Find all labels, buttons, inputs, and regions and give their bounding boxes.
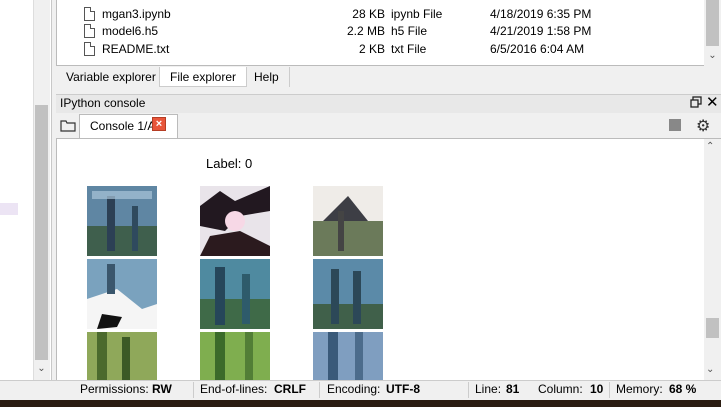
file-date: 6/5/2016 6:04 AM [490,42,585,56]
status-line: 81 [506,382,520,396]
status-permissions: RW [152,382,172,396]
file-icon [84,42,95,56]
console-scrollbar-thumb[interactable] [706,318,719,338]
console-scroll-down-icon[interactable]: ⌄ [706,364,714,375]
generated-image [200,186,270,256]
file-name: mgan3.ipynb [102,7,171,21]
status-line-label: Line: [475,382,502,396]
generated-image [313,186,383,256]
console-pane-title: IPython console [60,96,146,110]
status-memory-label: Memory: [616,382,663,396]
file-row[interactable]: mgan3.ipynb 28 KB ipynb File 4/18/2019 6… [57,5,697,23]
console-scrollbar[interactable] [704,139,721,380]
file-explorer-scrollbar-thumb[interactable] [706,0,719,46]
float-icon[interactable] [690,96,702,108]
file-size: 2 KB [358,42,385,56]
file-icon [84,24,95,38]
status-column-label: Column: [538,382,583,396]
tab-variable-explorer[interactable]: Variable explorer [56,67,167,87]
editor-scrollbar-thumb[interactable] [35,105,48,360]
tab-close-icon[interactable]: × [152,117,166,131]
editor-line-highlight [0,203,18,215]
plot-title: Label: 0 [206,156,253,171]
status-divider [468,382,469,398]
generated-image [200,259,270,329]
file-type: h5 File [391,24,428,38]
file-name: model6.h5 [102,24,159,38]
status-divider [193,382,194,398]
file-scroll-down-icon[interactable]: ⌄ [706,50,719,64]
file-size: 2.2 MB [346,24,385,38]
file-explorer-list: mgan3.ipynb 28 KB ipynb File 4/18/2019 6… [56,0,721,66]
file-name: README.txt [102,42,170,56]
console-tab-label: Console 1/A [90,119,156,133]
editor-scroll-down-icon[interactable]: ⌄ [35,362,48,376]
status-column: 10 [590,382,604,396]
generated-image [87,186,157,256]
status-memory: 68 % [669,382,697,396]
taskbar [0,400,721,407]
stop-icon[interactable] [669,119,681,131]
pane-tab-bar: Variable explorer File explorer Help [56,66,721,88]
tab-file-explorer[interactable]: File explorer [159,67,248,87]
tab-help[interactable]: Help [244,67,290,87]
generated-image [313,259,383,329]
status-eol: CRLF [274,382,306,396]
console-pane-header [56,94,721,113]
status-permissions-label: Permissions: [80,382,149,396]
status-encoding-label: Encoding: [327,382,381,396]
folder-icon[interactable] [60,118,76,132]
file-size: 28 KB [352,7,385,21]
file-type: txt File [391,42,427,56]
file-date: 4/21/2019 1:58 PM [490,24,592,38]
status-eol-label: End-of-lines: [200,382,268,396]
close-icon[interactable]: ✕ [706,93,719,111]
status-encoding: UTF-8 [386,382,420,396]
gear-icon[interactable]: ⚙ [696,116,710,136]
file-row[interactable]: README.txt 2 KB txt File 6/5/2016 6:04 A… [57,40,697,58]
status-divider [609,382,610,398]
file-date: 4/18/2019 6:35 PM [490,7,592,21]
console-scroll-up-icon[interactable]: ⌃ [706,141,714,152]
generated-image [87,259,157,329]
status-divider [319,382,320,398]
file-icon [84,7,95,21]
file-type: ipynb File [391,7,443,21]
file-row[interactable]: model6.h5 2.2 MB h5 File 4/21/2019 1:58 … [57,22,697,40]
